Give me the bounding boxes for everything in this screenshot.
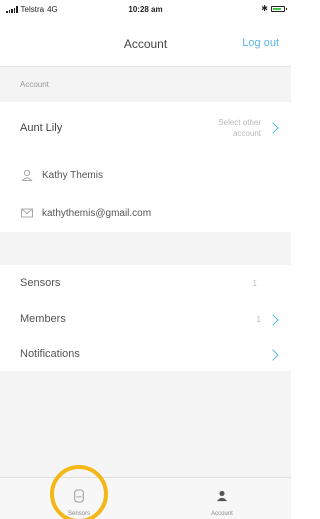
account-selector-row[interactable]: Aunt Lily Select other account [0,102,291,154]
chevron-right-icon[interactable] [267,349,279,361]
select-other-account-link[interactable]: Select other account [181,117,261,139]
chevron-right-icon[interactable] [267,314,279,326]
section-header: Account [0,67,291,102]
email-row: kathythemis@gmail.com [0,200,291,226]
battery-icon [271,5,287,12]
user-name-row: Kathy Themis [0,162,291,188]
tab-label: Account [211,511,233,517]
section-spacer [0,232,291,265]
list-item-members[interactable]: Members 1 [0,301,291,337]
envelope-icon [21,208,33,218]
list-item-notifications[interactable]: Notifications [0,337,291,371]
section-header-label: Account [20,80,49,89]
list-item-sensors[interactable]: Sensors 1 [0,265,291,301]
tab-bar: Sensors Account [0,477,291,519]
person-icon [216,490,228,502]
tab-label: Sensors [67,511,90,517]
list-item-label: Members [20,313,66,325]
person-outline-icon [21,169,33,181]
user-name: Kathy Themis [42,170,103,181]
bluetooth-icon: ✱ [261,4,268,13]
tab-sensors[interactable]: Sensors [39,478,119,519]
user-email: kathythemis@gmail.com [42,208,152,219]
app-screen: Telstra 4G 10:28 am ✱ Account Log out Ac… [0,0,291,519]
logout-button[interactable]: Log out [242,37,279,49]
chevron-right-icon[interactable] [267,122,279,134]
list-item-count: 1 [256,315,261,324]
status-bar: Telstra 4G 10:28 am ✱ [0,0,291,20]
status-right: ✱ [261,4,287,13]
list-item-label: Notifications [20,348,80,360]
select-other-line-1: Select other [218,118,261,127]
account-name: Aunt Lily [20,122,63,134]
list-item-label: Sensors [20,277,61,289]
list-item-count: 1 [252,279,257,288]
settings-list: Sensors 1 Members 1 Notifications [0,265,291,371]
navigation-bar: Account Log out [0,20,291,67]
status-time: 10:28 am [128,5,163,14]
select-other-line-2: account [232,129,261,138]
account-card: Aunt Lily Select other account Kathy The… [0,102,291,232]
sensor-icon [74,489,84,503]
tab-account[interactable]: Account [182,478,262,519]
